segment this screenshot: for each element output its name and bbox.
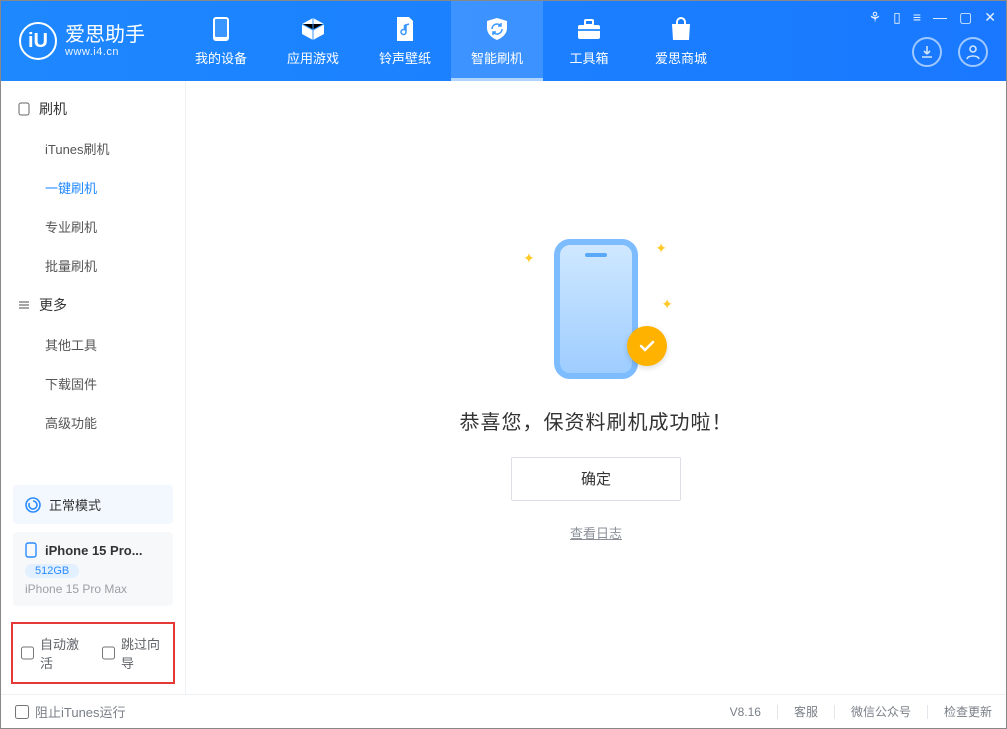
wechat-link[interactable]: 微信公众号 (851, 703, 911, 720)
brand-title: 爱思助手 (65, 24, 145, 46)
status-ok-icon (25, 497, 41, 513)
sidebar-item-itunes-flash[interactable]: iTunes刷机 (1, 129, 185, 168)
nav-item-device[interactable]: 我的设备 (175, 1, 267, 81)
device-small-icon (17, 102, 31, 116)
minimize-icon[interactable]: — (933, 9, 947, 26)
device-capacity: 512GB (25, 564, 79, 578)
device-name-text: iPhone 15 Pro... (45, 543, 143, 558)
divider (834, 705, 835, 719)
phone-illustration-icon (554, 239, 638, 379)
sidebar-item-other-tools[interactable]: 其他工具 (1, 325, 185, 364)
checkbox-auto-activate[interactable]: 自动激活 (21, 634, 84, 672)
sidebar-item-oneclick-flash[interactable]: 一键刷机 (1, 168, 185, 207)
brand-site: www.i4.cn (65, 46, 145, 58)
more-icon (17, 298, 31, 312)
brand: iU 爱思助手 www.i4.cn (1, 22, 163, 60)
close-icon[interactable]: ✕ (984, 9, 996, 26)
window-controls: ⚘ ▯ ≡ — ▢ ✕ (869, 9, 996, 26)
nav-item-apps[interactable]: 应用游戏 (267, 1, 359, 81)
sidebar-item-pro-flash[interactable]: 专业刷机 (1, 207, 185, 246)
sidebar-item-advanced[interactable]: 高级功能 (1, 403, 185, 442)
divider (927, 705, 928, 719)
sidebar-section-more: 更多 (1, 285, 185, 325)
status-label: 正常模式 (49, 495, 101, 514)
phone-icon (208, 16, 234, 42)
header: iU 爱思助手 www.i4.cn 我的设备 应用游戏 铃声壁纸 智能刷机 工具… (1, 1, 1006, 81)
toolbox-icon (576, 16, 602, 42)
nav-label: 工具箱 (569, 48, 608, 67)
sparkle-icon: ✦ (523, 250, 535, 267)
sidebar-item-download-fw[interactable]: 下载固件 (1, 364, 185, 403)
header-right-actions (912, 37, 988, 67)
shield-refresh-icon (484, 16, 510, 42)
nav-label: 智能刷机 (471, 48, 523, 67)
device-model: iPhone 15 Pro Max (25, 582, 161, 596)
sidebar-item-batch-flash[interactable]: 批量刷机 (1, 246, 185, 285)
nav-label: 爱思商城 (655, 48, 707, 67)
nav-item-flash[interactable]: 智能刷机 (451, 1, 543, 81)
nav-item-toolbox[interactable]: 工具箱 (543, 1, 635, 81)
nav-label: 我的设备 (195, 48, 247, 67)
footer: 阻止iTunes运行 V8.16 客服 微信公众号 检查更新 (1, 694, 1006, 728)
divider (777, 705, 778, 719)
nav-label: 铃声壁纸 (379, 48, 431, 67)
mobile-icon[interactable]: ▯ (893, 9, 901, 26)
top-nav: 我的设备 应用游戏 铃声壁纸 智能刷机 工具箱 爱思商城 (175, 1, 727, 81)
cube-icon (300, 16, 326, 42)
device-phone-icon (25, 542, 37, 558)
checkbox-label: 自动激活 (40, 634, 84, 672)
nav-label: 应用游戏 (287, 48, 339, 67)
user-icon[interactable] (958, 37, 988, 67)
download-icon[interactable] (912, 37, 942, 67)
sidebar: 刷机 iTunes刷机 一键刷机 专业刷机 批量刷机 更多 其他工具 下载固件 … (1, 81, 186, 694)
menu-icon[interactable]: ≡ (913, 9, 921, 26)
checkbox-block-itunes[interactable]: 阻止iTunes运行 (15, 702, 126, 721)
music-file-icon (392, 16, 418, 42)
maximize-icon[interactable]: ▢ (959, 9, 972, 26)
device-card[interactable]: iPhone 15 Pro... 512GB iPhone 15 Pro Max (13, 532, 173, 606)
check-badge-icon (627, 326, 667, 366)
success-message: 恭喜您，保资料刷机成功啦！ (460, 406, 733, 435)
bag-icon (668, 16, 694, 42)
success-illustration: ✦ ✦ ✦ (531, 234, 661, 384)
sidebar-section-title: 刷机 (39, 99, 67, 119)
main-content: ✦ ✦ ✦ 恭喜您，保资料刷机成功啦！ 确定 查看日志 (186, 81, 1006, 694)
checkbox-label: 阻止iTunes运行 (35, 702, 126, 721)
ok-button[interactable]: 确定 (511, 457, 681, 501)
sidebar-section-title: 更多 (39, 295, 67, 315)
sparkle-icon: ✦ (661, 296, 673, 313)
check-update-link[interactable]: 检查更新 (944, 703, 992, 720)
nav-item-store[interactable]: 爱思商城 (635, 1, 727, 81)
nav-item-ringtones[interactable]: 铃声壁纸 (359, 1, 451, 81)
body: 刷机 iTunes刷机 一键刷机 专业刷机 批量刷机 更多 其他工具 下载固件 … (1, 81, 1006, 694)
version-label: V8.16 (730, 705, 761, 719)
view-log-link[interactable]: 查看日志 (570, 523, 622, 542)
brand-logo-icon: iU (19, 22, 57, 60)
checkbox-skip-wizard[interactable]: 跳过向导 (102, 634, 165, 672)
skin-icon[interactable]: ⚘ (869, 9, 882, 26)
support-link[interactable]: 客服 (794, 703, 818, 720)
device-status: 正常模式 (13, 485, 173, 524)
sidebar-section-flash: 刷机 (1, 89, 185, 129)
sparkle-icon: ✦ (655, 240, 667, 257)
checkbox-label: 跳过向导 (121, 634, 165, 672)
highlight-options: 自动激活 跳过向导 (11, 622, 175, 684)
